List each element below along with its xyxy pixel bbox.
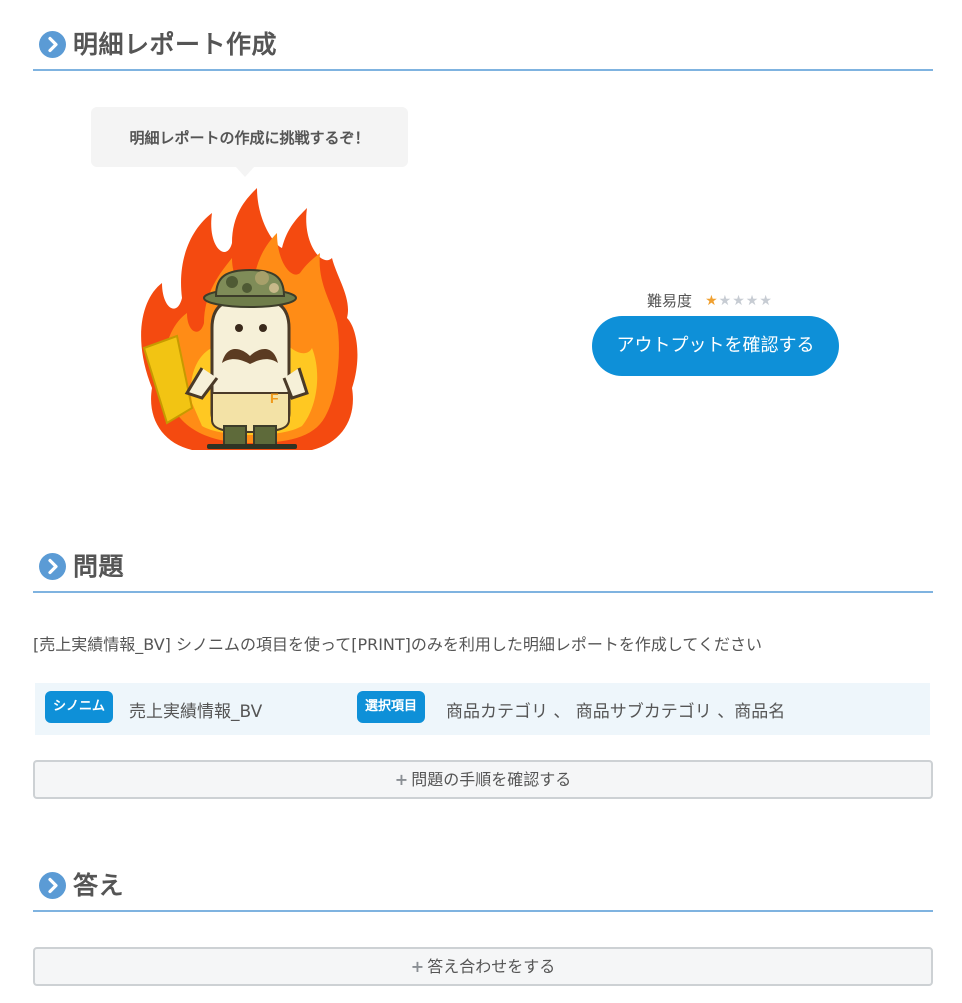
mascot-illustration: F [141, 188, 358, 450]
show-problem-steps-label: 問題の手順を確認する [411, 770, 572, 789]
confirm-output-button[interactable]: アウトプットを確認する [592, 316, 839, 376]
star-rating-icon: ★★★★★ [705, 293, 773, 309]
chevron-right-circle-icon [39, 553, 66, 580]
section-header-problem: 問題 [33, 552, 933, 593]
page-title: 明細レポート作成 [73, 30, 278, 59]
star-filled-icon: ★ [705, 292, 719, 309]
section-header-report: 明細レポート作成 [33, 30, 933, 71]
selected-items-tag: 選択項目 [357, 691, 425, 723]
plus-icon: + [410, 957, 425, 976]
speech-bubble: 明細レポートの作成に挑戦するぞ！ [91, 107, 408, 177]
svg-text:F: F [270, 390, 279, 406]
selected-items-value: 商品カテゴリ 、 商品サブカテゴリ 、商品名 [446, 702, 786, 722]
difficulty-rating: 難易度 ★★★★★ [647, 290, 773, 310]
problem-description: [売上実績情報_BV] シノニムの項目を使って[PRINT]のみを利用した明細レ… [33, 635, 762, 654]
section-header-answer: 答え [33, 871, 933, 912]
check-answer-label: 答え合わせをする [427, 957, 556, 976]
plus-icon: + [394, 770, 409, 789]
chevron-right-circle-icon [39, 31, 66, 58]
synonym-value: 売上実績情報_BV [129, 702, 263, 722]
star-empty-icon: ★★★★ [718, 292, 773, 309]
section-title-answer: 答え [73, 871, 125, 900]
check-answer-button[interactable]: + 答え合わせをする [33, 947, 933, 986]
section-title-problem: 問題 [73, 552, 125, 581]
difficulty-label: 難易度 [647, 292, 693, 310]
synonym-tag: シノニム [45, 691, 113, 723]
chevron-right-circle-icon [39, 872, 66, 899]
show-problem-steps-button[interactable]: + 問題の手順を確認する [33, 760, 933, 799]
problem-info-row: シノニム 売上実績情報_BV 選択項目 商品カテゴリ 、 商品サブカテゴリ 、商… [35, 683, 930, 735]
speech-bubble-text: 明細レポートの作成に挑戦するぞ！ [129, 129, 370, 147]
